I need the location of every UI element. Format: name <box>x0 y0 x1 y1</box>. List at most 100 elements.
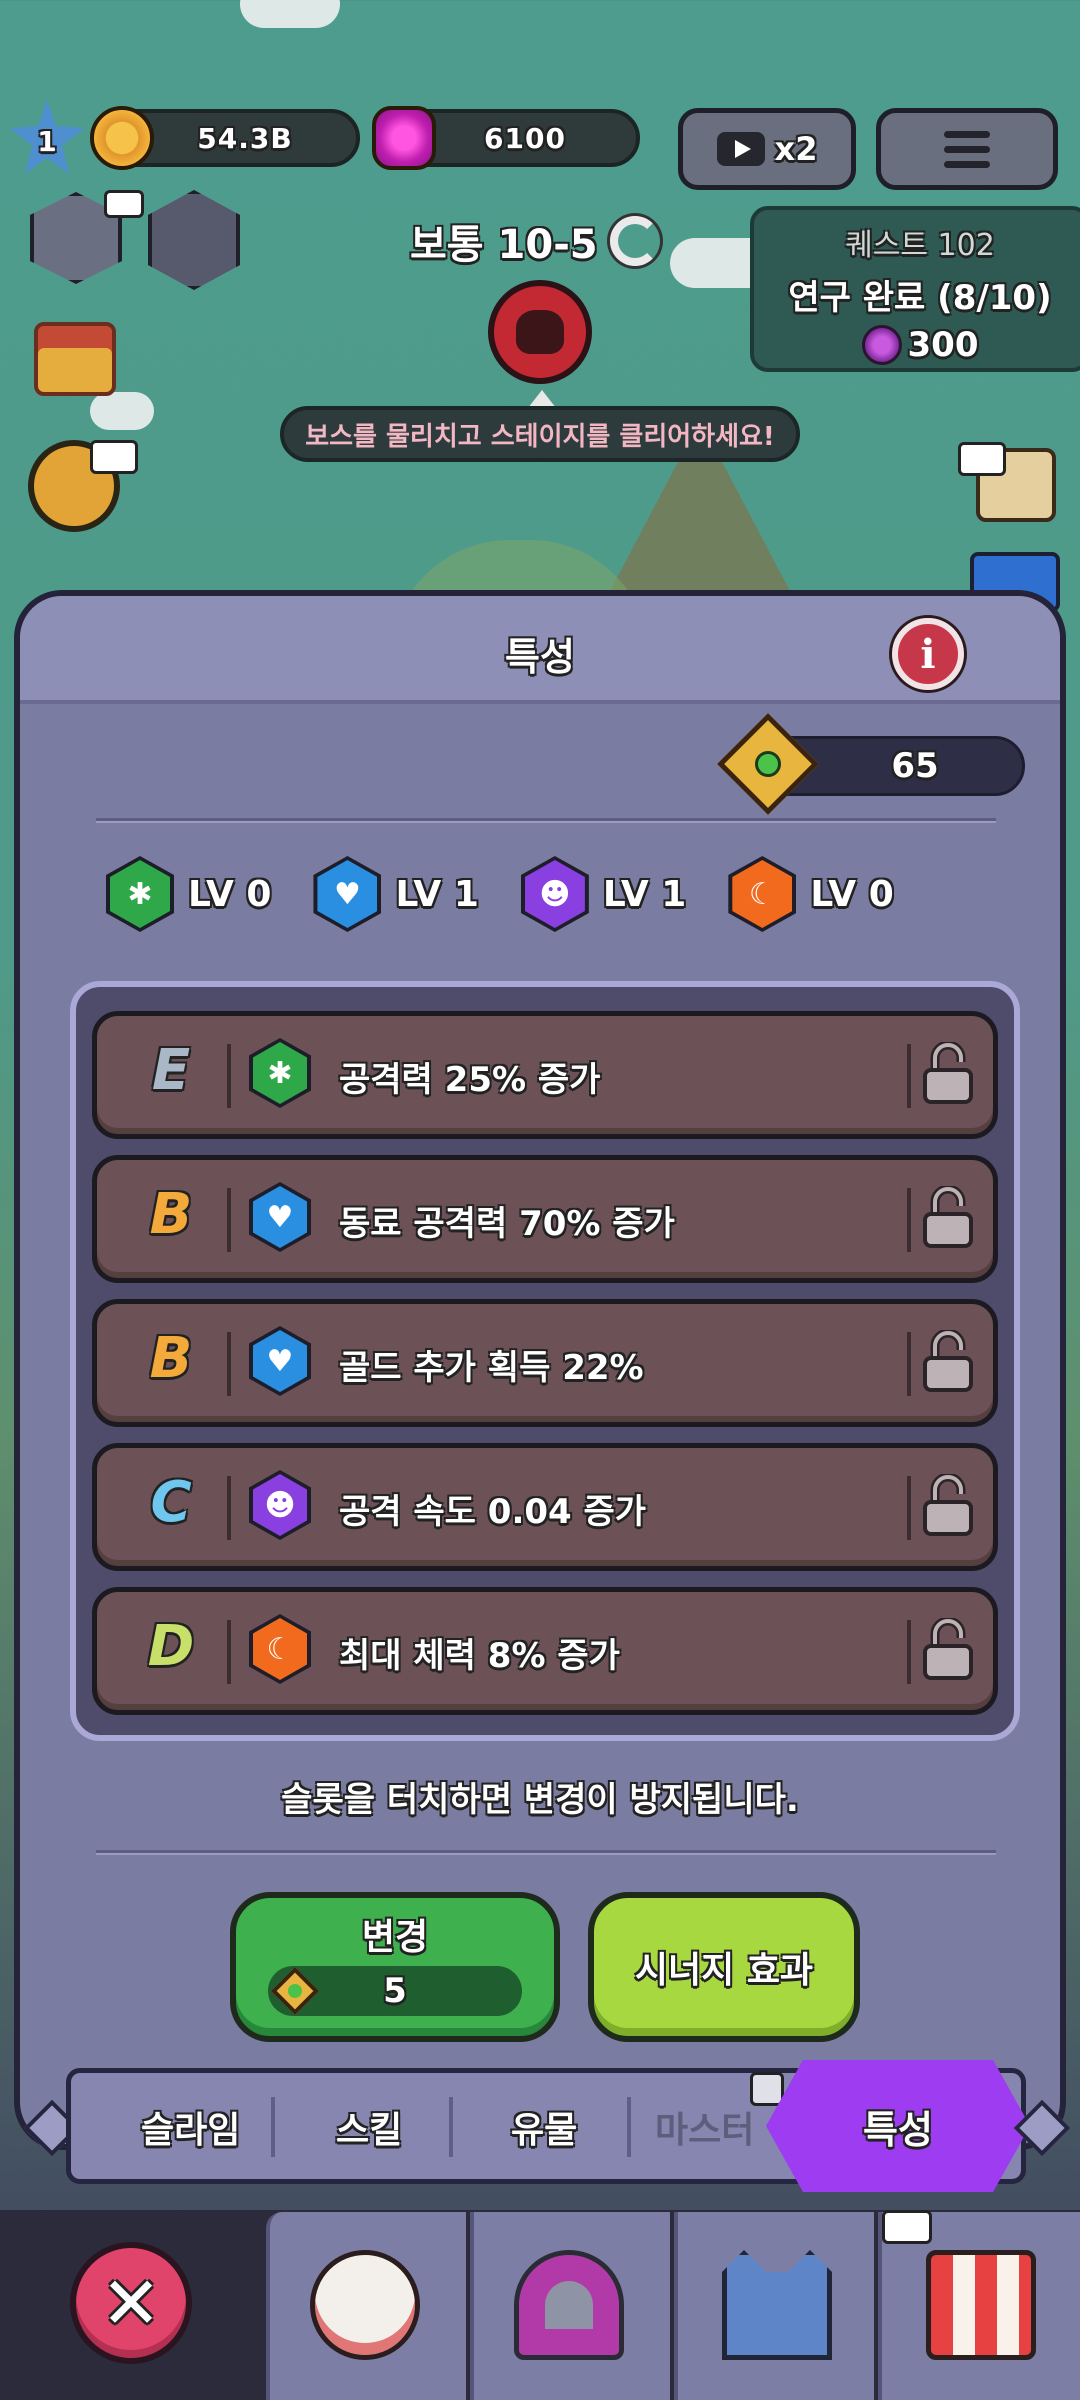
gem-amount: 6100 <box>484 121 566 155</box>
slot-divider <box>227 1620 231 1684</box>
slot-divider <box>907 1332 911 1396</box>
tab-slime[interactable]: 슬라임 <box>141 2101 240 2153</box>
slot-divider <box>907 1476 911 1540</box>
tab-relic[interactable]: 유물 <box>511 2101 577 2153</box>
slot-divider <box>227 1332 231 1396</box>
trait-level-green: ✱ LV 0 <box>106 856 271 932</box>
ad-boost-button[interactable]: x2 <box>678 108 856 190</box>
quest-box[interactable]: 퀘스트 102 연구 완료 (8/10) 300 <box>750 206 1080 372</box>
close-button[interactable]: ✕ <box>70 2242 192 2364</box>
vr-goggles-button[interactable] <box>148 190 240 290</box>
background-cloud <box>240 0 340 28</box>
play-video-icon <box>716 132 765 166</box>
boss-skull-icon[interactable] <box>488 280 592 384</box>
boss-banner-text: 보스를 물리치고 스테이지를 클리어하세요! <box>305 421 775 452</box>
tab-skill[interactable]: 스킬 <box>336 2101 402 2153</box>
boss-banner: 보스를 물리치고 스테이지를 클리어하세요! <box>280 406 800 462</box>
header-divider <box>96 818 996 823</box>
quest-title: 퀘스트 102 <box>845 228 995 263</box>
trait-slot[interactable]: E ✱ 공격력 25% 증가 <box>92 1011 998 1139</box>
tab-divider <box>627 2097 631 2157</box>
quest-reward: 300 <box>907 325 979 365</box>
trait-slot[interactable]: B ♥ 동료 공격력 70% 증가 <box>92 1155 998 1283</box>
poison-trait-icon: ✱ <box>249 1038 311 1108</box>
lock-hint: 슬롯을 터치하면 변경이 방지됩니다. <box>281 1780 799 1820</box>
grade-label: B <box>149 1182 193 1247</box>
trait-stat: 공격력 25% 증가 <box>339 1060 601 1100</box>
unlock-icon[interactable] <box>921 1186 975 1250</box>
trait-stat: 공격 속도 0.04 증가 <box>339 1492 647 1532</box>
portal-icon <box>514 2250 624 2360</box>
slot-divider <box>227 1476 231 1540</box>
trait-gem-icon <box>717 713 819 815</box>
trait-stat: 최대 체력 8% 증가 <box>339 1636 620 1676</box>
trait-level-label: LV 0 <box>810 873 894 915</box>
trait-level-row: ✱ LV 0 ♥ LV 1 ☻ LV 1 ☾ LV 0 <box>106 856 894 932</box>
footer-divider <box>96 1850 996 1855</box>
slot-divider <box>907 1188 911 1252</box>
poison-trait-icon: ✱ <box>106 856 174 932</box>
trait-gem-amount: 65 <box>891 746 939 786</box>
play-video-icon <box>104 190 144 218</box>
info-icon: i <box>920 630 936 678</box>
treasure-chest-button[interactable] <box>34 322 116 396</box>
slot-divider <box>907 1044 911 1108</box>
tab-trait-label: 특성 <box>863 2107 933 2152</box>
trait-level-blue: ♥ LV 1 <box>313 856 479 932</box>
trait-slot[interactable]: D ☾ 최대 체력 8% 증가 <box>92 1587 998 1715</box>
player-level: 1 <box>37 124 57 158</box>
fire-trait-icon: ☾ <box>249 1614 311 1684</box>
synergy-label: 시너지 효과 <box>634 1950 814 1991</box>
panel-header: 특성 i <box>20 596 1060 704</box>
play-video-icon <box>958 442 1006 476</box>
trait-level-label: LV 1 <box>602 873 687 915</box>
close-icon: ✕ <box>100 2261 162 2345</box>
chicken-icon <box>310 2250 420 2360</box>
master-lock-icon <box>750 2072 784 2106</box>
trait-slot[interactable]: B ♥ 골드 추가 획득 22% <box>92 1299 998 1427</box>
grade-label: D <box>147 1614 195 1679</box>
play-video-icon <box>90 440 138 474</box>
trait-slot[interactable]: C ☻ 공격 속도 0.04 증가 <box>92 1443 998 1571</box>
change-label: 변경 <box>361 1917 429 1958</box>
coin-icon <box>90 106 154 170</box>
synergy-button[interactable]: 시너지 효과 <box>588 1892 860 2042</box>
change-cost-value: 5 <box>383 1971 407 2011</box>
tab-divider <box>449 2097 453 2157</box>
slot-divider <box>907 1620 911 1684</box>
trait-panel: 특성 i 65 ✱ LV 0 ♥ LV 1 ☻ LV 1 ☾ LV 0 E ✱ … <box>14 590 1066 2150</box>
trait-stat: 동료 공격력 70% 증가 <box>339 1204 675 1244</box>
trait-level-purple: ☻ LV 1 <box>520 856 687 932</box>
unlock-icon[interactable] <box>921 1474 975 1538</box>
trait-level-label: LV 1 <box>395 873 479 915</box>
ad-multiplier: x2 <box>774 130 818 168</box>
tab-trait[interactable]: 특성 <box>766 2060 1030 2192</box>
info-button[interactable]: i <box>892 618 964 690</box>
ghost-trait-icon: ☻ <box>520 856 589 932</box>
slot-divider <box>227 1188 231 1252</box>
refresh-icon[interactable] <box>609 216 660 266</box>
slot-divider <box>227 1044 231 1108</box>
unlock-icon[interactable] <box>921 1330 975 1394</box>
unlock-icon[interactable] <box>921 1042 975 1106</box>
gem-icon <box>372 106 436 170</box>
fire-trait-icon: ☾ <box>728 856 797 932</box>
shield-trait-icon: ♥ <box>249 1182 311 1252</box>
shield-trait-icon: ♥ <box>249 1326 311 1396</box>
tab-master[interactable]: 마스터 <box>655 2101 754 2153</box>
shield-trait-icon: ♥ <box>313 856 382 932</box>
stage-title: 보통 10-5 <box>410 222 598 268</box>
player-level-badge[interactable]: 1 <box>10 100 84 174</box>
quest-description: 연구 완료 (8/10) <box>788 278 1052 318</box>
gem-icon <box>861 325 902 365</box>
trait-level-orange: ☾ LV 0 <box>728 856 894 932</box>
change-button[interactable]: 변경 5 <box>230 1892 560 2042</box>
menu-icon <box>944 130 990 168</box>
grade-label: B <box>149 1326 193 1391</box>
menu-button[interactable] <box>876 108 1058 190</box>
unlock-icon[interactable] <box>921 1618 975 1682</box>
trait-level-label: LV 0 <box>188 873 272 915</box>
trait-slots: E ✱ 공격력 25% 증가 B ♥ 동료 공격력 70% 증가 B ♥ 골드 … <box>70 981 1020 1741</box>
trait-stat: 골드 추가 획득 22% <box>339 1348 644 1388</box>
gold-amount: 54.3B <box>197 121 293 155</box>
